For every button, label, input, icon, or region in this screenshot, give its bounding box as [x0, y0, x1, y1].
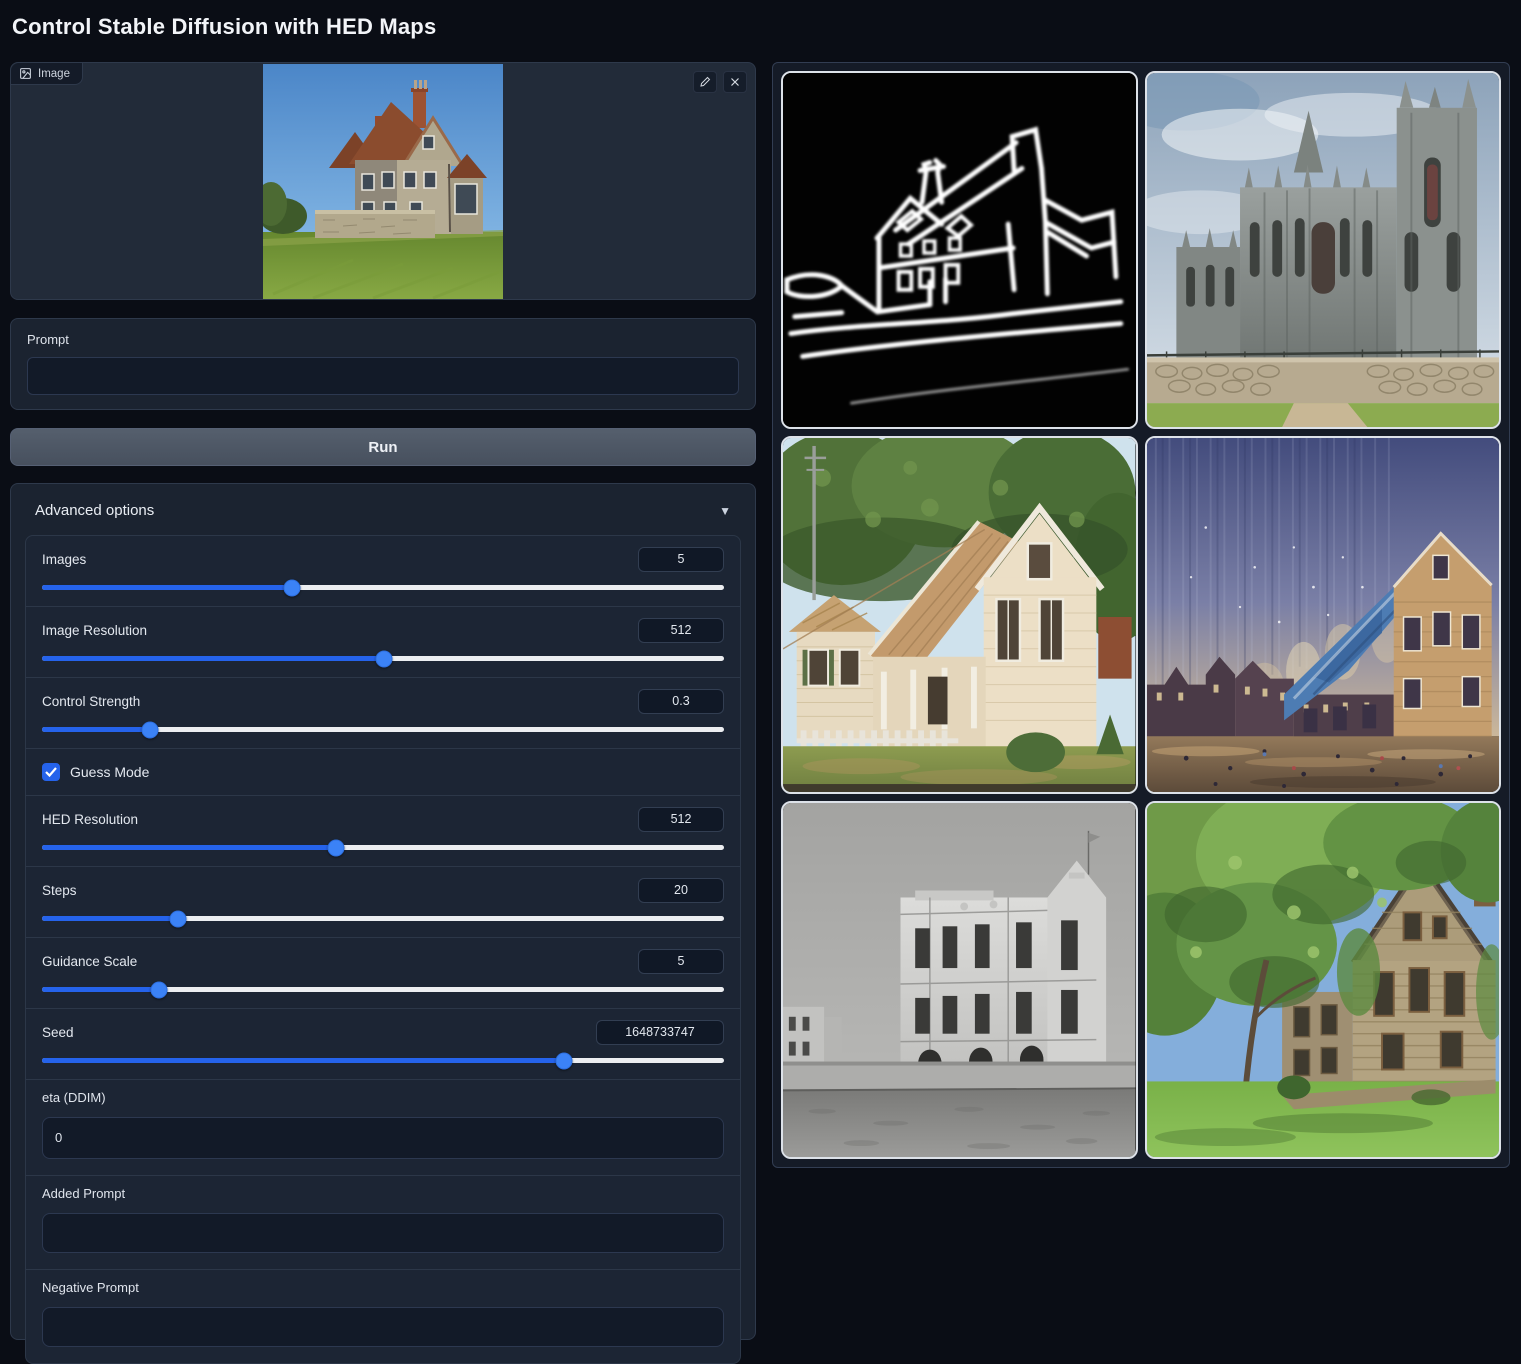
grayscale-building-image — [783, 803, 1136, 1157]
edit-image-button[interactable] — [693, 71, 717, 93]
uploaded-house-photo — [263, 64, 503, 300]
seed-slider-row: Seed 1648733747 — [26, 1009, 740, 1080]
hed-resolution-label: HED Resolution — [42, 812, 138, 827]
image-resolution-slider-row: Image Resolution 512 — [26, 607, 740, 678]
steps-value-input[interactable]: 20 — [638, 878, 724, 903]
guidance-scale-label: Guidance Scale — [42, 954, 137, 969]
image-upload[interactable]: Image — [10, 62, 756, 300]
check-icon — [45, 767, 57, 777]
gallery-item-gothic-cathedral[interactable] — [1145, 71, 1502, 429]
hed-edge-map-image — [783, 73, 1136, 427]
seed-value-input[interactable]: 1648733747 — [596, 1020, 724, 1045]
eta-label: eta (DDIM) — [42, 1090, 724, 1105]
slider-thumb[interactable] — [284, 579, 301, 596]
images-slider[interactable] — [42, 585, 724, 590]
control-strength-slider[interactable] — [42, 727, 724, 732]
gallery-item-grayscale-building[interactable] — [781, 801, 1138, 1159]
images-label: Images — [42, 552, 86, 567]
image-label: Image — [38, 68, 70, 80]
steps-label: Steps — [42, 883, 77, 898]
guess-mode-row: Guess Mode — [26, 749, 740, 796]
page-title: Control Stable Diffusion with HED Maps — [12, 14, 436, 40]
negative-prompt-input[interactable] — [42, 1307, 724, 1347]
image-label-chip: Image — [11, 63, 83, 85]
guidance-scale-slider[interactable] — [42, 987, 724, 992]
control-strength-label: Control Strength — [42, 694, 140, 709]
added-prompt-row: Added Prompt — [26, 1176, 740, 1270]
gallery-item-cream-wooden-house[interactable] — [781, 436, 1138, 794]
steps-slider-row: Steps 20 — [26, 867, 740, 938]
added-prompt-input[interactable] — [42, 1213, 724, 1253]
eta-row: eta (DDIM) 0 — [26, 1080, 740, 1176]
negative-prompt-row: Negative Prompt — [26, 1270, 740, 1363]
stone-house-image — [1147, 803, 1500, 1157]
close-icon — [729, 76, 741, 88]
control-strength-slider-row: Control Strength 0.3 — [26, 678, 740, 749]
advanced-options-panel: Advanced options ▼ Images 5 Image Resolu… — [10, 483, 756, 1340]
chevron-down-icon: ▼ — [719, 504, 731, 518]
prompt-label: Prompt — [27, 332, 739, 347]
slider-thumb[interactable] — [555, 1052, 572, 1069]
eta-input[interactable]: 0 — [42, 1117, 724, 1159]
guess-mode-label: Guess Mode — [70, 764, 149, 780]
slider-thumb[interactable] — [327, 839, 344, 856]
hed-resolution-value-input[interactable]: 512 — [638, 807, 724, 832]
steps-slider[interactable] — [42, 916, 724, 921]
image-resolution-slider[interactable] — [42, 656, 724, 661]
seed-label: Seed — [42, 1025, 74, 1040]
slider-thumb[interactable] — [141, 721, 158, 738]
prompt-input[interactable] — [27, 357, 739, 395]
seed-slider[interactable] — [42, 1058, 724, 1063]
hed-resolution-slider-row: HED Resolution 512 — [26, 796, 740, 867]
image-resolution-label: Image Resolution — [42, 623, 147, 638]
control-strength-value-input[interactable]: 0.3 — [638, 689, 724, 714]
slider-thumb[interactable] — [376, 650, 393, 667]
advanced-options-title: Advanced options — [35, 502, 154, 519]
image-icon — [19, 67, 32, 80]
slider-thumb[interactable] — [150, 981, 167, 998]
images-value-input[interactable]: 5 — [638, 547, 724, 572]
image-resolution-value-input[interactable]: 512 — [638, 618, 724, 643]
pencil-icon — [699, 76, 711, 88]
gallery-item-hed-edge-map[interactable] — [781, 71, 1138, 429]
clear-image-button[interactable] — [723, 71, 747, 93]
gallery-item-stone-house-trees[interactable] — [1145, 801, 1502, 1159]
gallery-item-painterly-night-house[interactable] — [1145, 436, 1502, 794]
night-house-image — [1147, 438, 1500, 792]
added-prompt-label: Added Prompt — [42, 1186, 724, 1201]
cathedral-image — [1147, 73, 1500, 427]
guidance-scale-value-input[interactable]: 5 — [638, 949, 724, 974]
images-slider-row: Images 5 — [26, 536, 740, 607]
slider-thumb[interactable] — [170, 910, 187, 927]
hed-resolution-slider[interactable] — [42, 845, 724, 850]
result-gallery — [772, 62, 1510, 1168]
cream-house-image — [783, 438, 1136, 792]
run-button[interactable]: Run — [10, 428, 756, 466]
guess-mode-checkbox[interactable] — [42, 763, 60, 781]
negative-prompt-label: Negative Prompt — [42, 1280, 724, 1295]
prompt-group: Prompt — [10, 318, 756, 410]
advanced-options-accordion[interactable]: Advanced options ▼ — [25, 498, 741, 523]
guidance-scale-slider-row: Guidance Scale 5 — [26, 938, 740, 1009]
